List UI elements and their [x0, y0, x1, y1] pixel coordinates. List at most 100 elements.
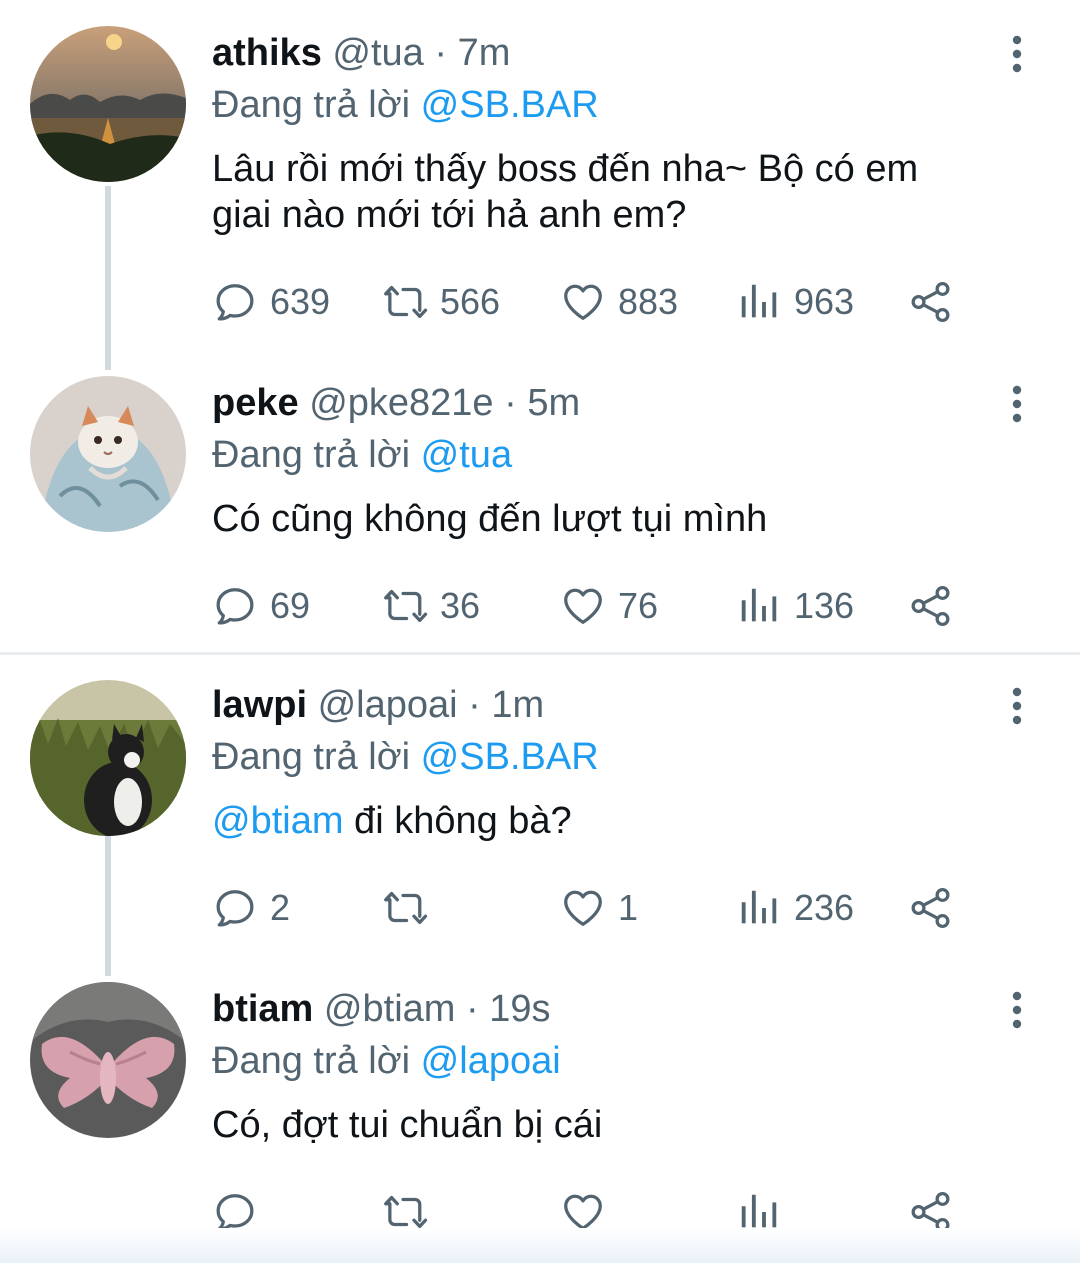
replying-to: Đang trả lời @tua: [212, 432, 512, 478]
retweet-icon: [382, 583, 428, 629]
replying-to: Đang trả lời @SB.BAR: [212, 82, 599, 128]
timestamp[interactable]: 7m: [458, 32, 511, 74]
reply-button[interactable]: 2: [212, 882, 290, 934]
reply-count: 639: [270, 281, 331, 322]
view-count: 963: [794, 281, 855, 322]
heart-icon: [560, 279, 606, 325]
bar-chart-icon: [736, 279, 782, 325]
replying-to-mention[interactable]: @tua: [421, 434, 512, 476]
tweet-text-line: đi không bà?: [343, 800, 572, 842]
separator-dot: ·: [468, 684, 481, 726]
retweet-icon: [382, 885, 428, 931]
like-count: 1: [618, 887, 639, 928]
display-name[interactable]: btiam: [212, 988, 313, 1030]
share-button[interactable]: [908, 580, 954, 632]
views-button[interactable]: 236: [736, 882, 854, 934]
user-avatar[interactable]: [30, 680, 186, 836]
tweet[interactable]: athiks @tua · 7m Đang trả lời @SB.BAR Lâ…: [0, 0, 1080, 350]
tweet-text-line: giai nào mới tới hả anh em?: [212, 194, 687, 236]
pink-moth-avatar: [30, 982, 186, 1138]
replying-label: Đang trả lời: [212, 434, 411, 476]
display-name[interactable]: lawpi: [212, 684, 307, 726]
views-button[interactable]: 963: [736, 276, 854, 328]
replying-to-mention[interactable]: @SB.BAR: [421, 736, 599, 778]
more-options-button[interactable]: [1004, 34, 1030, 74]
tweet[interactable]: btiam @btiam · 19s Đang trả lời @lapoai …: [0, 956, 1080, 1228]
tweet-actions: 69 36 76 136: [212, 580, 972, 632]
tweet-text: Có cũng không đến lượt tụi mình: [212, 496, 1032, 542]
replying-to-mention[interactable]: @SB.BAR: [421, 84, 599, 126]
tweet-header: lawpi @lapoai · 1m: [212, 682, 544, 728]
grass-cat-avatar: [30, 680, 186, 836]
tweet-header: athiks @tua · 7m: [212, 30, 510, 76]
timestamp[interactable]: 1m: [491, 684, 544, 726]
reply-count: 2: [270, 887, 291, 928]
retweet-icon: [382, 279, 428, 325]
replying-label: Đang trả lời: [212, 84, 411, 126]
bar-chart-icon: [736, 583, 782, 629]
sunset-bay-avatar: [30, 26, 186, 182]
share-icon: [908, 279, 954, 325]
view-count: 136: [794, 585, 855, 626]
retweet-button[interactable]: 566: [382, 276, 500, 328]
blanket-cat-avatar: [30, 376, 186, 532]
like-button[interactable]: 883: [560, 276, 678, 328]
tweet-text-line: Có, đợt tui chuẩn bị cái: [212, 1104, 603, 1146]
more-vertical-icon: [1004, 384, 1030, 424]
share-button[interactable]: [908, 276, 954, 328]
more-vertical-icon: [1004, 34, 1030, 74]
reply-feed: athiks @tua · 7m Đang trả lời @SB.BAR Lâ…: [0, 0, 1080, 1263]
separator-dot: ·: [504, 382, 517, 424]
replying-to-mention[interactable]: @lapoai: [421, 1040, 561, 1082]
timestamp[interactable]: 19s: [489, 988, 550, 1030]
tweet[interactable]: peke @pke821e · 5m Đang trả lời @tua Có …: [0, 350, 1080, 652]
reply-icon: [212, 885, 258, 931]
separator-dot: ·: [434, 32, 448, 74]
tweet-text: @btiam đi không bà?: [212, 798, 1032, 844]
like-count: 76: [618, 585, 659, 626]
user-avatar[interactable]: [30, 26, 186, 182]
user-handle[interactable]: @lapoai: [318, 684, 458, 726]
bottom-fade: [0, 1228, 1080, 1263]
views-button[interactable]: 136: [736, 580, 854, 632]
reply-icon: [212, 279, 258, 325]
replying-label: Đang trả lời: [212, 1040, 411, 1082]
like-button[interactable]: 76: [560, 580, 658, 632]
reply-count: 69: [270, 585, 311, 626]
like-button[interactable]: 1: [560, 882, 638, 934]
share-button[interactable]: [908, 882, 954, 934]
reply-icon: [212, 583, 258, 629]
replying-label: Đang trả lời: [212, 736, 411, 778]
tweet-actions: 639 566 883 963: [212, 276, 972, 328]
text-mention[interactable]: @btiam: [212, 800, 344, 842]
view-count: 236: [794, 887, 855, 928]
share-icon: [908, 885, 954, 931]
retweet-count: 566: [440, 281, 501, 322]
user-avatar[interactable]: [30, 376, 186, 532]
more-vertical-icon: [1004, 990, 1030, 1030]
timestamp[interactable]: 5m: [527, 382, 580, 424]
display-name[interactable]: peke: [212, 382, 299, 424]
user-handle[interactable]: @pke821e: [309, 382, 493, 424]
like-count: 883: [618, 281, 679, 322]
more-vertical-icon: [1004, 686, 1030, 726]
tweet-header: btiam @btiam · 19s: [212, 986, 550, 1032]
replying-to: Đang trả lời @lapoai: [212, 1038, 561, 1084]
retweet-button[interactable]: [382, 882, 440, 934]
more-options-button[interactable]: [1004, 686, 1030, 726]
tweet-text: Lâu rồi mới thấy boss đến nha~ Bộ có em …: [212, 146, 1032, 238]
share-icon: [908, 583, 954, 629]
retweet-count: 36: [440, 585, 481, 626]
user-handle[interactable]: @tua: [332, 32, 423, 74]
user-avatar[interactable]: [30, 982, 186, 1138]
retweet-button[interactable]: 36: [382, 580, 480, 632]
display-name[interactable]: athiks: [212, 32, 322, 74]
more-options-button[interactable]: [1004, 384, 1030, 424]
reply-button[interactable]: 639: [212, 276, 330, 328]
separator-dot: ·: [465, 988, 479, 1030]
more-options-button[interactable]: [1004, 990, 1030, 1030]
tweet[interactable]: lawpi @lapoai · 1m Đang trả lời @SB.BAR …: [0, 652, 1080, 956]
user-handle[interactable]: @btiam: [324, 988, 456, 1030]
replying-to: Đang trả lời @SB.BAR: [212, 734, 599, 780]
reply-button[interactable]: 69: [212, 580, 310, 632]
